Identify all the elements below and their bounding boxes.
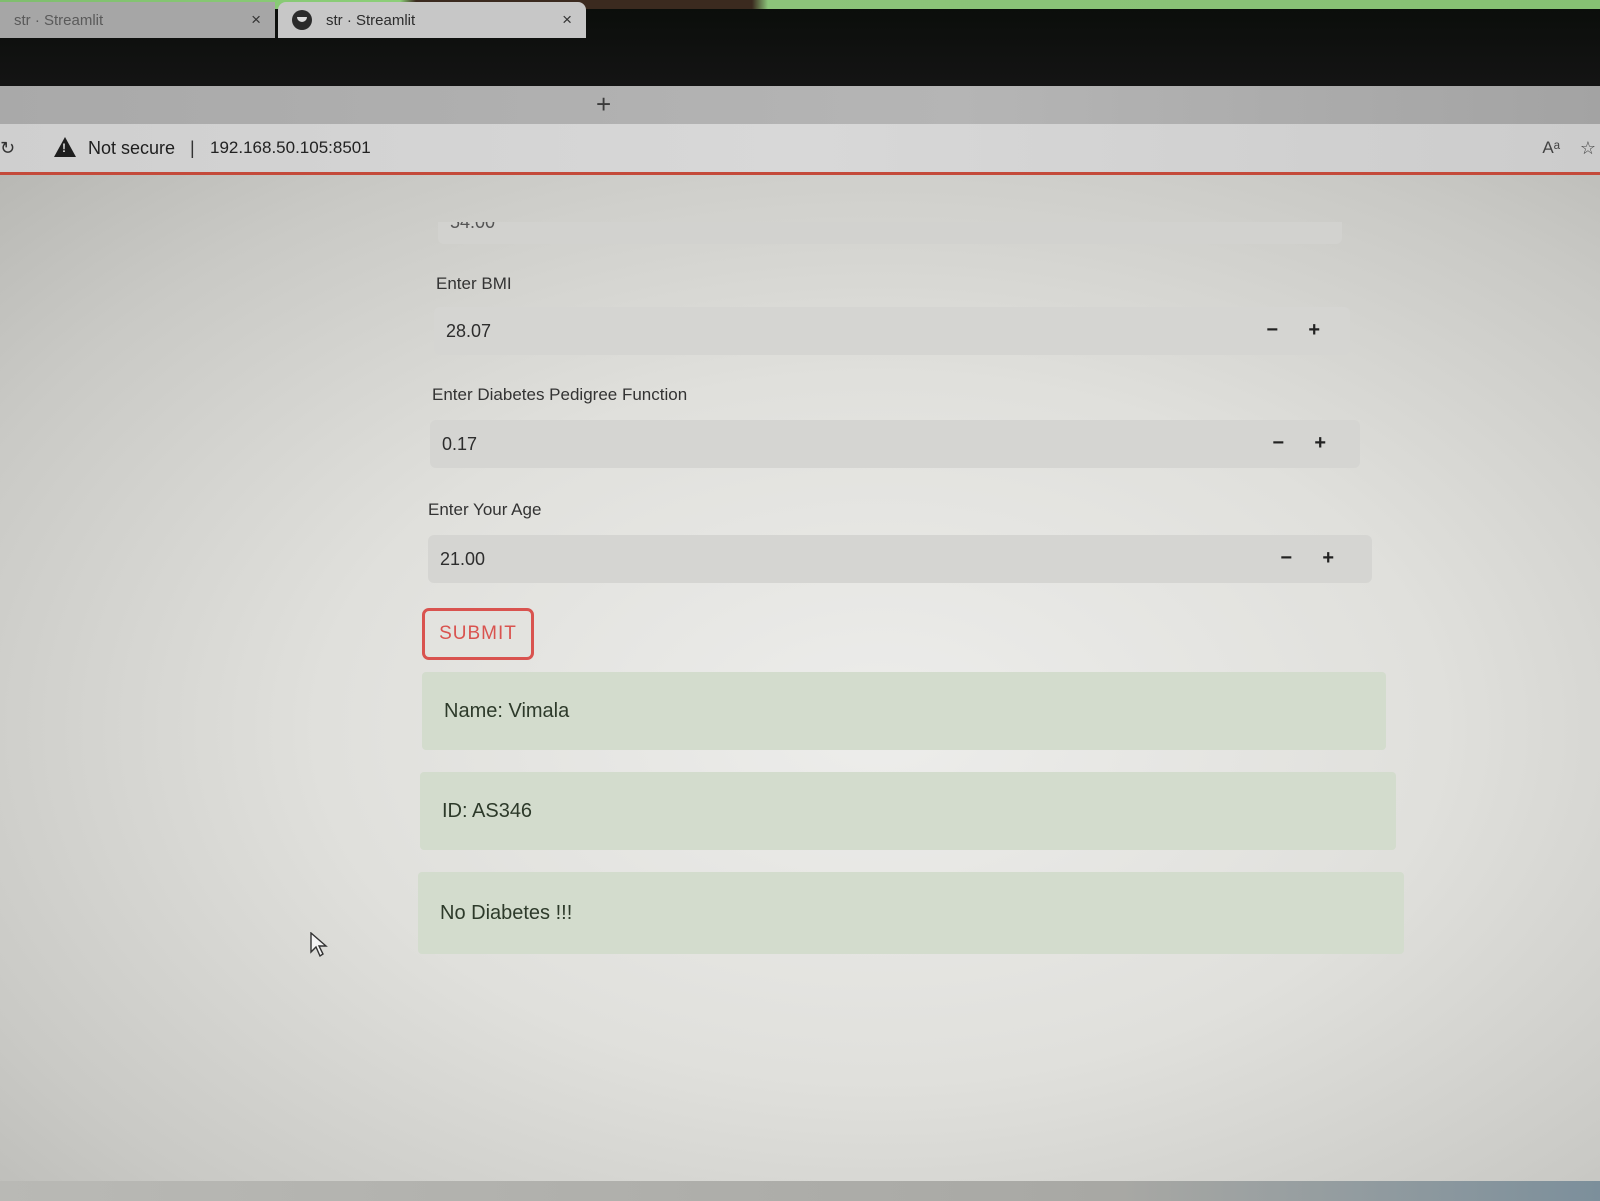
reload-icon[interactable]: ↻ <box>0 138 15 159</box>
plus-icon[interactable]: + <box>1314 432 1326 455</box>
submit-button[interactable]: SUBMIT <box>422 608 534 660</box>
tab-close-icon[interactable]: × <box>251 10 261 30</box>
plus-icon[interactable]: + <box>1308 319 1320 342</box>
result-name-text: Name: Vimala <box>444 699 570 722</box>
age-value: 21.00 <box>440 548 486 569</box>
read-aloud-icon[interactable]: Aᵃ <box>1542 138 1560 158</box>
result-prediction-text: No Diabetes !!! <box>440 901 573 924</box>
security-indicator[interactable]: Not secure <box>88 138 175 159</box>
tab-close-icon[interactable]: × <box>562 10 572 30</box>
streamlit-favicon-icon <box>292 10 312 30</box>
bmi-number-input[interactable]: 28.07 − + <box>434 307 1350 355</box>
tab-inactive[interactable]: str · Streamlit × <box>0 2 275 38</box>
age-number-input[interactable]: 21.00 − + <box>428 535 1372 583</box>
minus-icon[interactable]: − <box>1280 547 1292 570</box>
tab-strip <box>0 86 1600 124</box>
mouse-cursor-icon <box>310 932 328 958</box>
tab-active[interactable]: str · Streamlit × <box>278 2 586 38</box>
tab-title: str · Streamlit <box>326 11 416 29</box>
taskbar-edge <box>0 1181 1600 1201</box>
new-tab-icon[interactable]: + <box>596 88 611 120</box>
input-value: 54.00 <box>450 222 496 232</box>
bmi-value: 28.07 <box>446 320 492 341</box>
address-bar[interactable]: ↻ Not secure | 192.168.50.105:8501 Aᵃ ☆ <box>0 124 1600 175</box>
bmi-label: Enter BMI <box>436 274 512 293</box>
url-text[interactable]: 192.168.50.105:8501 <box>210 138 371 158</box>
tab-title: str · Streamlit <box>14 11 104 29</box>
pedigree-number-input[interactable]: 0.17 − + <box>430 420 1360 468</box>
minus-icon[interactable]: − <box>1266 319 1278 342</box>
result-id-text: ID: AS346 <box>442 799 533 822</box>
age-label: Enter Your Age <box>428 500 542 519</box>
result-prediction-box: No Diabetes !!! <box>418 872 1404 954</box>
result-name-box: Name: Vimala <box>422 672 1386 750</box>
favorite-star-icon[interactable]: ☆ <box>1580 138 1596 159</box>
result-id-box: ID: AS346 <box>420 772 1396 850</box>
plus-icon[interactable]: + <box>1322 547 1334 570</box>
pedigree-label: Enter Diabetes Pedigree Function <box>432 385 688 404</box>
pedigree-value: 0.17 <box>442 433 478 454</box>
address-separator: | <box>190 137 195 158</box>
warning-icon <box>54 137 76 157</box>
minus-icon[interactable]: − <box>1272 432 1284 455</box>
number-input-partial[interactable]: 54.00 <box>438 222 1342 244</box>
